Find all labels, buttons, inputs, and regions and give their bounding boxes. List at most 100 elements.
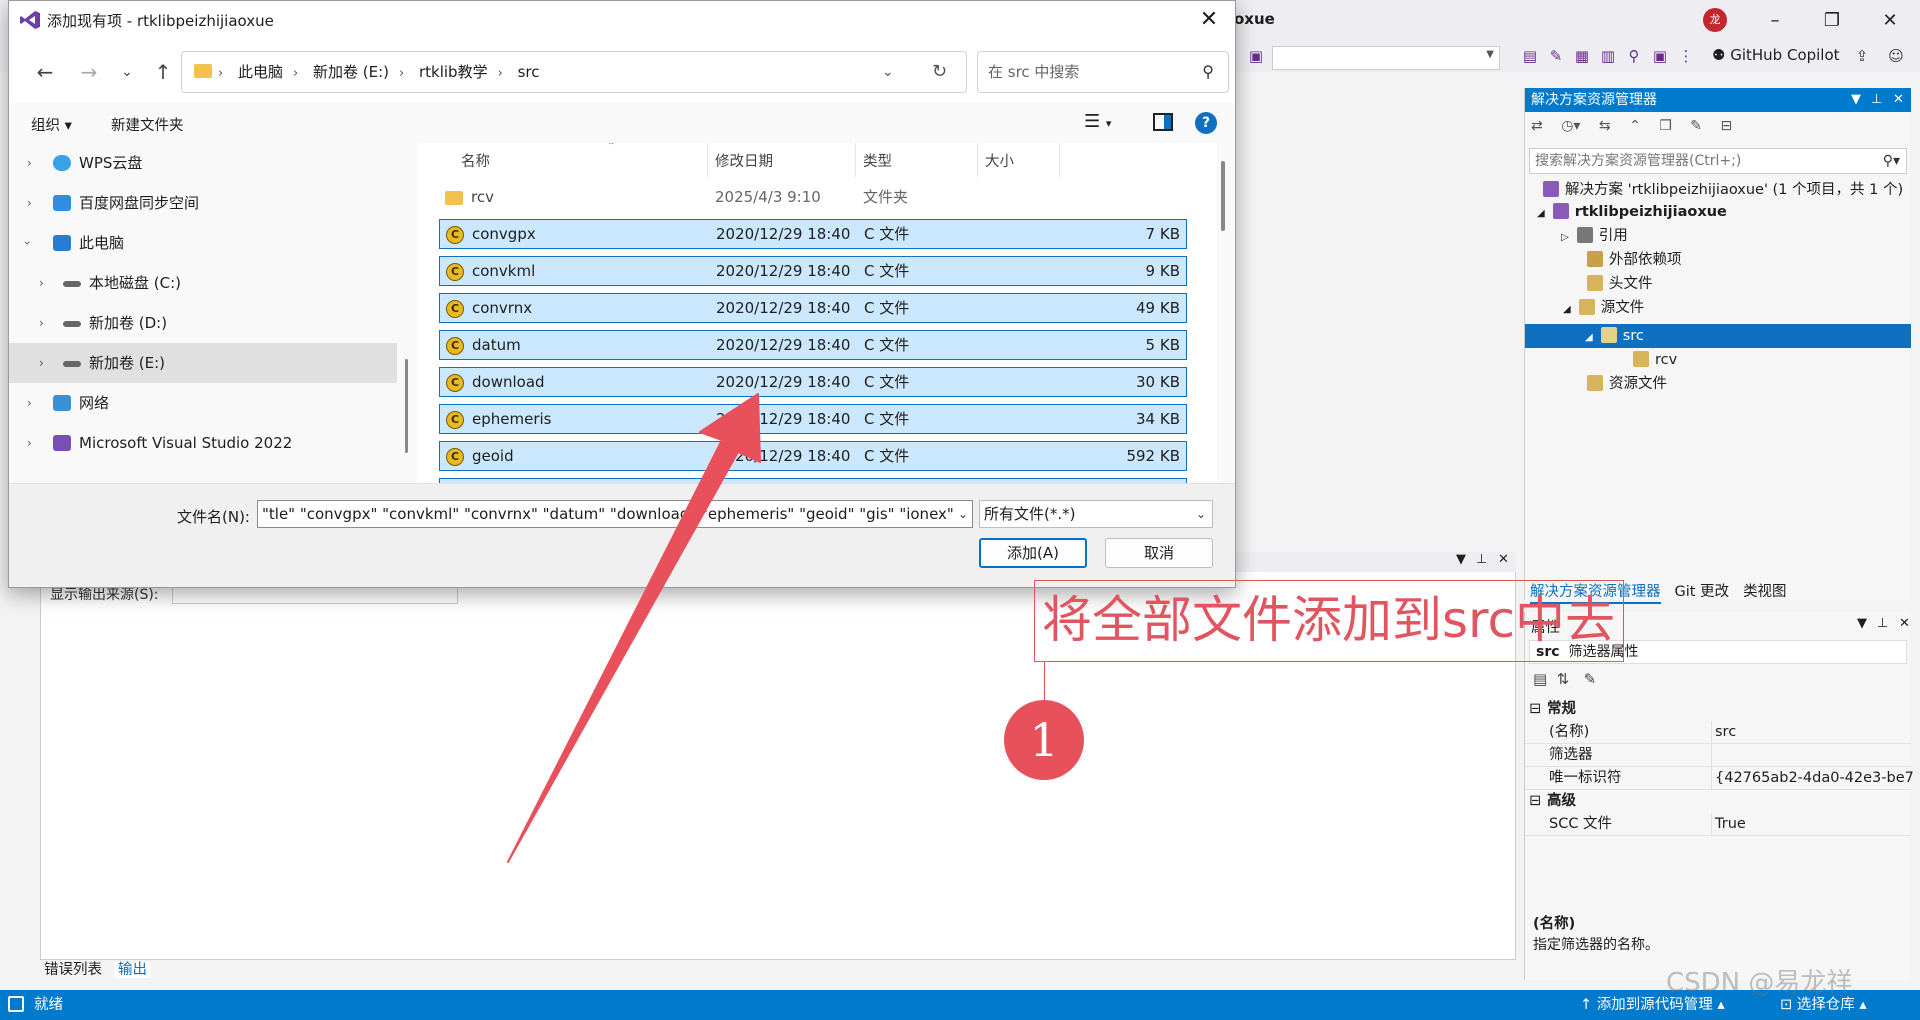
- breadcrumb-item[interactable]: src: [518, 63, 540, 81]
- user-avatar[interactable]: 龙: [1703, 8, 1727, 32]
- toolbar-combo[interactable]: ▼: [1272, 46, 1500, 70]
- pin-icon[interactable]: ⊥: [1877, 616, 1888, 631]
- column-name[interactable]: 名称: [461, 150, 490, 171]
- solution-search-input[interactable]: 搜索解决方案资源管理器(Ctrl+;) ⚲▾: [1529, 148, 1907, 174]
- expand-arrow-icon[interactable]: ◢: [1537, 208, 1545, 219]
- tree-item-source-files[interactable]: ◢ 源文件: [1563, 296, 1644, 320]
- column-type[interactable]: 类型: [863, 150, 892, 171]
- panel-dropdown-icon[interactable]: ▼: [1456, 552, 1466, 567]
- tree-item-resource-files[interactable]: 资源文件: [1587, 372, 1667, 396]
- minimize-icon[interactable]: –: [1755, 8, 1795, 34]
- chevron-down-icon[interactable]: ⌄: [953, 501, 968, 527]
- sync-icon[interactable]: ⇆: [1599, 118, 1611, 134]
- chevron-right-icon[interactable]: ›: [27, 383, 32, 423]
- prop-row-name[interactable]: (名称) src: [1525, 721, 1911, 744]
- address-dropdown-icon[interactable]: ⌄: [882, 52, 894, 92]
- close-icon[interactable]: ✕: [1870, 8, 1910, 34]
- tree-item-external-deps[interactable]: 外部依赖项: [1587, 248, 1682, 272]
- chevron-right-icon[interactable]: ›: [39, 303, 44, 343]
- chevron-right-icon[interactable]: ›: [27, 183, 32, 223]
- file-row[interactable]: C convgpx 2020/12/29 18:40 C 文件 7 KB: [439, 219, 1187, 249]
- prop-row-scc[interactable]: SCC 文件 True: [1525, 813, 1911, 836]
- filename-input[interactable]: "tle" "convgpx" "convkml" "convrnx" "dat…: [257, 500, 973, 528]
- panel-dropdown-icon[interactable]: ▼: [1857, 616, 1867, 631]
- properties-icon[interactable]: ✎: [1690, 118, 1702, 134]
- file-row[interactable]: C ephemeris 2020/12/29 18:40 C 文件 34 KB: [439, 404, 1187, 434]
- tree-item-rcv[interactable]: rcv: [1633, 348, 1677, 372]
- tab-git-changes[interactable]: Git 更改: [1675, 584, 1730, 600]
- panel-close-icon[interactable]: ✕: [1498, 552, 1509, 567]
- nav-item-drive-e[interactable]: › 新加卷 (E:): [9, 343, 397, 383]
- prop-row-uid[interactable]: 唯一标识符 {42765ab2-4da0-42e3-be7: [1525, 767, 1914, 790]
- prop-category[interactable]: ⊟ 高级: [1525, 790, 1911, 813]
- chevron-right-icon[interactable]: ›: [27, 423, 32, 463]
- chevron-right-icon[interactable]: ›: [39, 343, 44, 383]
- collapse-icon[interactable]: ⌃: [1629, 118, 1641, 134]
- tab-output[interactable]: 输出: [114, 962, 151, 978]
- filetype-select[interactable]: 所有文件(*.*) ⌄: [979, 500, 1213, 528]
- tab-error-list[interactable]: 错误列表: [44, 962, 102, 978]
- nav-item-drive-d[interactable]: › 新加卷 (D:): [9, 303, 397, 343]
- maximize-icon[interactable]: ❐: [1812, 8, 1852, 34]
- person-icon[interactable]: ⚲: [1624, 46, 1644, 66]
- column-date[interactable]: 修改日期: [715, 150, 773, 171]
- wrench-icon[interactable]: ✎: [1546, 46, 1566, 66]
- breadcrumb-item[interactable]: 此电脑: [238, 63, 283, 81]
- toolbar-overflow-icon[interactable]: ⋮: [1676, 46, 1696, 66]
- preview-pane-icon[interactable]: [1153, 113, 1173, 131]
- forward-icon[interactable]: →: [75, 59, 103, 85]
- view-options-icon[interactable]: ☰ ▾: [1084, 111, 1111, 132]
- toolbar-tool-icon[interactable]: ▦: [1572, 46, 1592, 66]
- chevron-right-icon[interactable]: ›: [27, 143, 32, 183]
- toolbar-tool-icon[interactable]: ▤: [1520, 46, 1540, 66]
- recent-locations-icon[interactable]: ⌄: [113, 59, 141, 85]
- file-row[interactable]: C convrnx 2020/12/29 18:40 C 文件 49 KB: [439, 293, 1187, 323]
- help-icon[interactable]: ?: [1195, 112, 1217, 134]
- panel-dropdown-icon[interactable]: ▼: [1851, 88, 1861, 112]
- preview-icon[interactable]: ⊟: [1720, 118, 1732, 134]
- new-folder-button[interactable]: 新建文件夹: [111, 114, 184, 135]
- toolbar-open-icon[interactable]: ▣: [1246, 46, 1266, 66]
- search-input[interactable]: 在 src 中搜索 ⚲: [977, 51, 1229, 93]
- toolbar-tool-icon[interactable]: ▣: [1650, 46, 1670, 66]
- tree-item-header-files[interactable]: 头文件: [1587, 272, 1653, 296]
- chevron-right-icon[interactable]: ›: [39, 263, 44, 303]
- panel-close-icon[interactable]: ✕: [1899, 616, 1910, 631]
- file-row[interactable]: C convkml 2020/12/29 18:40 C 文件 9 KB: [439, 256, 1187, 286]
- share-icon[interactable]: ⇪: [1852, 46, 1872, 66]
- chevron-down-icon[interactable]: ›: [7, 241, 47, 246]
- nav-item-wps-cloud[interactable]: › WPS云盘: [9, 143, 397, 183]
- prop-row-filter[interactable]: 筛选器: [1525, 744, 1911, 767]
- panel-close-icon[interactable]: ✕: [1893, 88, 1904, 112]
- refresh-icon[interactable]: ↻: [932, 52, 947, 92]
- file-list-scrollbar[interactable]: [1221, 161, 1225, 231]
- expand-arrow-icon[interactable]: ◢: [1585, 332, 1593, 343]
- pin-icon[interactable]: ⊥: [1476, 552, 1487, 567]
- expand-arrow-icon[interactable]: ◢: [1563, 304, 1571, 315]
- column-size[interactable]: 大小: [985, 150, 1014, 171]
- organize-menu[interactable]: 组织 ▾: [31, 114, 72, 135]
- copy-icon[interactable]: ❐: [1659, 118, 1672, 134]
- breadcrumb-item[interactable]: 新加卷 (E:): [313, 63, 389, 81]
- up-icon[interactable]: ↑: [149, 59, 177, 85]
- wrench-icon[interactable]: ✎: [1584, 670, 1597, 688]
- breadcrumb-item[interactable]: rtklib教学: [419, 63, 488, 81]
- file-row[interactable]: C datum 2020/12/29 18:40 C 文件 5 KB: [439, 330, 1187, 360]
- file-row[interactable]: C download 2020/12/29 18:40 C 文件 30 KB: [439, 367, 1187, 397]
- github-copilot-button[interactable]: ⚉ GitHub Copilot: [1712, 46, 1840, 64]
- cancel-button[interactable]: 取消: [1105, 538, 1213, 568]
- tab-class-view[interactable]: 类视图: [1743, 584, 1787, 600]
- switch-views-icon[interactable]: ⇄: [1531, 118, 1543, 134]
- nav-item-drive-c[interactable]: › 本地磁盘 (C:): [9, 263, 397, 303]
- back-icon[interactable]: ←: [31, 59, 59, 85]
- history-icon[interactable]: ◷▾: [1561, 118, 1580, 134]
- file-row[interactable]: C geoid 2020/12/29 18:40 C 文件 592 KB: [439, 441, 1187, 471]
- tree-item-solution[interactable]: 解决方案 'rtklibpeizhijiaoxue' (1 个项目，共 1 个): [1543, 178, 1903, 202]
- categorized-icon[interactable]: ▤: [1533, 670, 1547, 688]
- feedback-icon[interactable]: ☺: [1886, 46, 1906, 66]
- pin-icon[interactable]: ⊥: [1871, 88, 1882, 112]
- nav-item-this-pc[interactable]: › 此电脑: [9, 223, 397, 263]
- nav-scrollbar[interactable]: [405, 143, 409, 483]
- file-row[interactable]: rcv 2025/4/3 9:10 文件夹: [439, 183, 1187, 213]
- tree-item-references[interactable]: ▷ 引用: [1561, 224, 1628, 248]
